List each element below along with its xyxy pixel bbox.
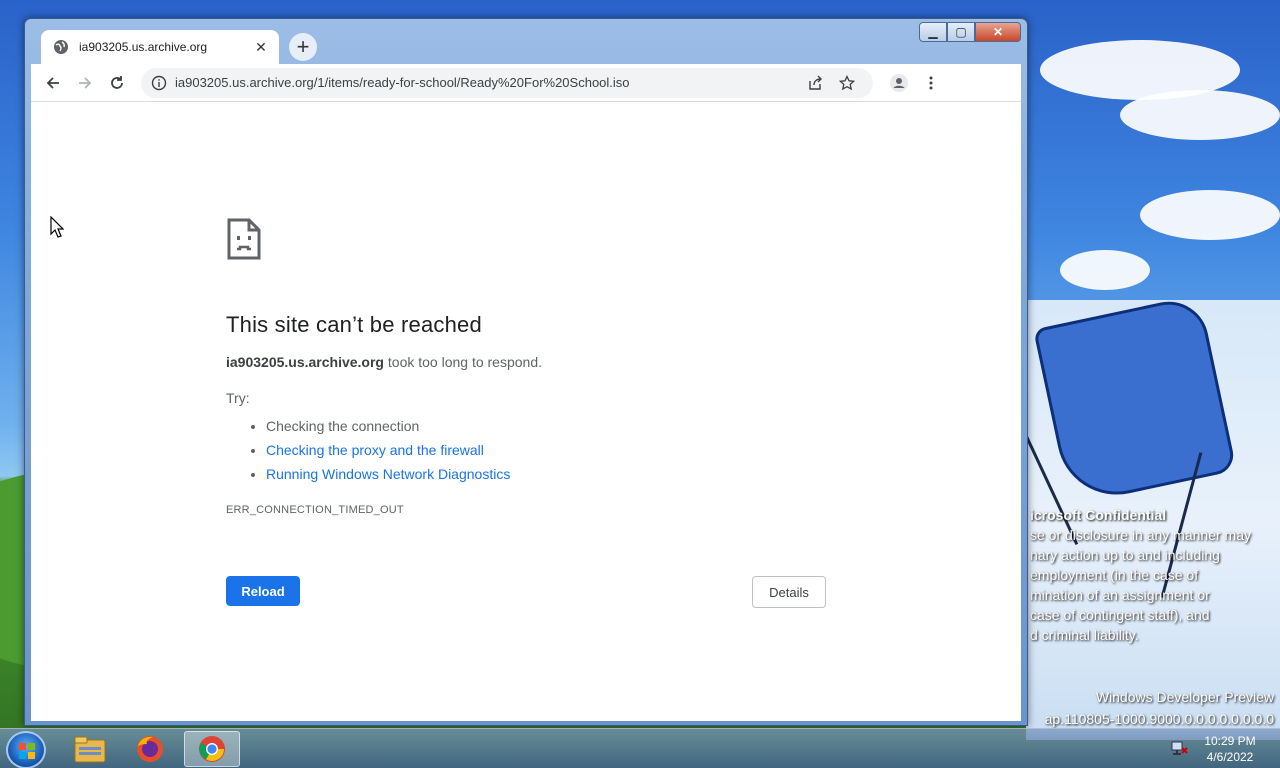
watermark-line: mination of an assignment or [1030,587,1210,603]
page-content: This site can’t be reached ia903205.us.a… [31,101,1021,721]
suggestion-item: Running Windows Network Diagnostics [266,462,826,486]
build-line-2: ap.110805-1000.9000.0.0.0.0.0.0.0.0 [1044,711,1274,727]
close-tab-icon[interactable]: ✕ [253,39,269,56]
build-watermark: Windows Developer Preview ap.110805-1000… [1045,686,1274,730]
bookmark-button[interactable] [831,67,863,99]
refresh-icon [111,75,123,89]
reload-button[interactable]: Reload [226,576,300,606]
back-arrow-icon [46,76,59,89]
error-description: ia903205.us.archive.org took too long to… [226,354,826,370]
try-label: Try: [226,390,250,406]
taskbar-file-explorer[interactable] [62,731,118,767]
suggestion-item: Checking the proxy and the firewall [266,438,826,462]
share-icon [809,75,822,90]
start-button[interactable] [6,731,46,768]
tab-title: ia903205.us.archive.org [79,40,208,54]
sad-document-icon [227,218,261,260]
maximize-button[interactable]: ▢ [947,22,975,42]
chrome-icon [199,736,225,762]
taskbar-firefox[interactable] [122,731,178,767]
menu-button[interactable] [915,67,947,99]
forward-button[interactable] [69,67,101,99]
taskbar: 10:29 PM 4/6/2022 [0,728,1280,768]
close-window-button[interactable]: ✕ [975,22,1021,42]
taskbar-chrome[interactable] [184,731,240,767]
mouse-cursor-icon [50,216,64,238]
watermark-line: se or disclosure in any manner may [1030,527,1251,543]
browser-tab[interactable]: ia903205.us.archive.org ✕ [41,30,279,64]
suggestion-item: Checking the connection [266,414,826,438]
watermark-line: d criminal liability. [1030,627,1139,643]
error-message: took too long to respond. [384,354,542,370]
system-clock[interactable]: 10:29 PM 4/6/2022 [1198,733,1262,765]
share-button[interactable] [799,67,831,99]
profile-button[interactable] [883,67,915,99]
error-host: ia903205.us.archive.org [226,354,384,370]
network-tray-icon[interactable] [1170,739,1188,757]
chrome-window: ▁ ▢ ✕ ia903205.us.archive.org ✕ + ia9032… [24,18,1028,726]
network-diagnostics-link[interactable]: Running Windows Network Diagnostics [266,466,510,482]
error-code: ERR_CONNECTION_TIMED_OUT [226,504,404,516]
error-title: This site can’t be reached [226,312,482,337]
watermark-line: employment (in the case of [1030,567,1199,583]
forward-arrow-icon [79,76,92,89]
windows-logo-icon [19,743,35,759]
new-tab-button[interactable]: + [289,33,317,61]
error-panel: This site can’t be reached ia903205.us.a… [226,217,826,516]
suggestion-check-connection: Checking the connection [266,418,420,434]
proxy-firewall-link[interactable]: Checking the proxy and the firewall [266,442,484,458]
watermark-line: nary action up to and including [1030,547,1220,563]
build-line-1: Windows Developer Preview [1095,689,1274,705]
watermark-line: case of contingent staff), and [1030,607,1210,623]
address-url[interactable]: ia903205.us.archive.org/1/items/ready-fo… [175,75,799,90]
clock-time: 10:29 PM [1204,734,1256,748]
clock-date: 4/6/2022 [1206,750,1254,764]
profile-icon [890,73,908,92]
file-explorer-icon [74,736,106,763]
back-button[interactable] [37,67,69,99]
star-icon [839,74,855,90]
site-info-icon[interactable] [151,75,167,91]
kebab-menu-icon [929,76,933,89]
window-controls: ▁ ▢ ✕ [919,22,1021,42]
reload-toolbar-button[interactable] [101,67,133,99]
address-bar[interactable]: ia903205.us.archive.org/1/items/ready-fo… [141,67,873,99]
browser-toolbar: ia903205.us.archive.org/1/items/ready-fo… [31,64,1021,101]
watermark-title: icrosoft Confidential [1030,507,1167,523]
confidential-watermark: icrosoft Confidential se or disclosure i… [1030,505,1280,645]
firefox-icon [137,736,163,762]
globe-icon [54,40,68,54]
minimize-button[interactable]: ▁ [919,22,947,42]
suggestion-list: Checking the connection Checking the pro… [266,414,826,486]
details-button[interactable]: Details [752,576,826,608]
